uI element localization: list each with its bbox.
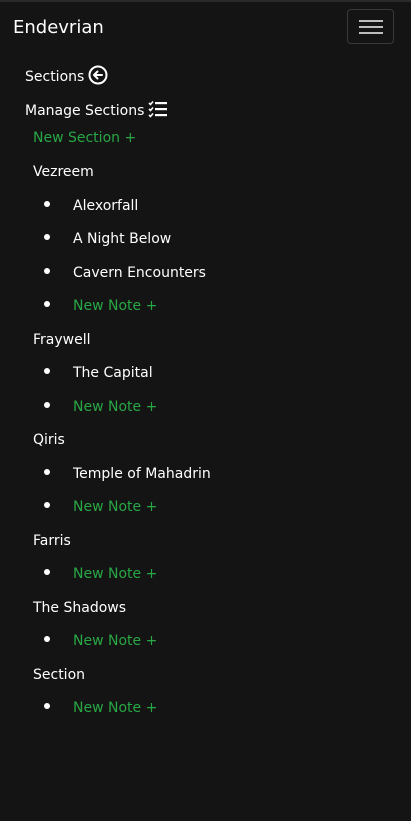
sections-header[interactable]: Sections — [25, 65, 108, 89]
bullet-icon — [44, 301, 50, 307]
sections-label: Sections — [25, 69, 85, 85]
hamburger-icon-bar — [359, 26, 383, 28]
bullet-icon — [44, 569, 50, 575]
bullet-icon — [44, 502, 50, 508]
new-note-link[interactable]: New Note + — [73, 700, 157, 716]
new-note-link[interactable]: New Note + — [73, 499, 157, 515]
section-heading[interactable]: Farris — [33, 533, 71, 549]
note-link[interactable]: The Capital — [73, 365, 153, 381]
arrow-left-circle-icon[interactable] — [88, 65, 108, 89]
brand-title[interactable]: Endevrian — [13, 17, 104, 38]
new-note-link[interactable]: New Note + — [73, 566, 157, 582]
bullet-icon — [44, 234, 50, 240]
bullet-icon — [44, 268, 50, 274]
section-heading[interactable]: Vezreem — [33, 164, 94, 180]
navbar: Endevrian — [0, 2, 411, 54]
note-link[interactable]: Temple of Mahadrin — [73, 466, 211, 482]
new-note-link[interactable]: New Note + — [73, 633, 157, 649]
section-heading[interactable]: Fraywell — [33, 332, 91, 348]
bullet-icon — [44, 201, 50, 207]
hamburger-icon-bar — [359, 32, 383, 34]
note-link[interactable]: A Night Below — [73, 231, 171, 247]
section-heading[interactable]: Qiris — [33, 432, 65, 448]
manage-sections-label: Manage Sections — [25, 103, 145, 119]
note-link[interactable]: Cavern Encounters — [73, 265, 206, 281]
section-heading[interactable]: The Shadows — [33, 600, 126, 616]
checklist-icon[interactable] — [148, 100, 168, 122]
section-heading[interactable]: Section — [33, 667, 85, 683]
hamburger-icon — [359, 20, 383, 22]
note-link[interactable]: Alexorfall — [73, 198, 138, 214]
new-note-link[interactable]: New Note + — [73, 399, 157, 415]
menu-toggle-button[interactable] — [347, 9, 394, 44]
new-note-link[interactable]: New Note + — [73, 298, 157, 314]
bullet-icon — [44, 636, 50, 642]
bullet-icon — [44, 402, 50, 408]
bullet-icon — [44, 469, 50, 475]
bullet-icon — [44, 703, 50, 709]
new-section-link[interactable]: New Section + — [33, 130, 136, 146]
manage-sections-header[interactable]: Manage Sections — [25, 100, 168, 122]
bullet-icon — [44, 368, 50, 374]
